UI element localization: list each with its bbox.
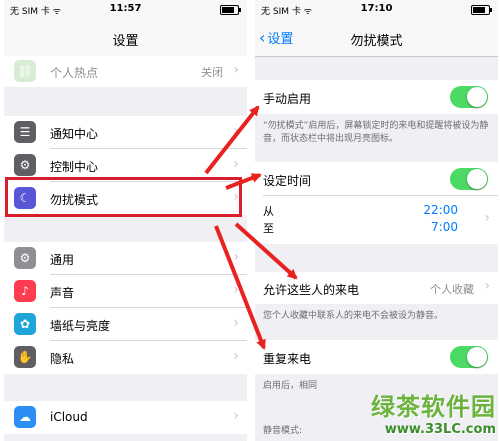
watermark-title: 绿茶软件园 [371,393,496,421]
scheduled-section: 设定时间 从 至 22:00 7:00 › [255,162,498,244]
manual-label: 手动启用 [263,92,312,106]
allow-calls-label: 允许这些人的来电 [263,283,360,297]
chevron-right-icon: › [233,249,239,265]
battery-icon [471,5,492,15]
from-time: 22:00 [423,203,458,217]
settings-row-general[interactable]: ⚙ 通用 › [4,242,247,275]
chevron-right-icon: › [233,348,239,364]
gear-icon: ⚙ [14,247,36,269]
chevron-right-icon: › [233,282,239,298]
wallpaper-icon: ✿ [14,313,36,335]
to-time: 7:00 [431,220,458,234]
chevron-right-icon: › [484,210,490,226]
chevron-right-icon: › [233,123,239,139]
settings-row-sounds[interactable]: ♪ 声音 › [4,275,247,308]
toggle-knob [467,87,487,107]
hand-icon: ✋ [14,346,36,368]
speaker-icon: ♪ [14,280,36,302]
cloud-icon: ☁ [14,406,36,428]
status-bar: 无 SIM 卡 ᯤ 11:57 [4,0,247,20]
settings-row-icloud[interactable]: ☁ iCloud › [4,401,247,434]
row-label: 通用 [50,253,75,267]
schedule-times-row[interactable]: 从 至 22:00 7:00 › [255,196,498,244]
highlight-box [5,177,242,217]
row-label: 控制中心 [50,160,99,174]
row-value: 关闭 [201,66,223,79]
row-label: 个人热点 [50,66,99,80]
page-title: 勿扰模式 [350,34,403,49]
repeated-label: 重复来电 [263,352,312,366]
row-label: 通知中心 [50,127,99,141]
repeated-calls-row: 重复来电 [255,340,498,374]
status-time: 17:10 [360,3,393,14]
scheduled-label: 设定时间 [263,174,312,188]
hotspot-icon: ⛓ [14,60,36,82]
manual-toggle[interactable] [450,86,488,108]
scheduled-toggle[interactable] [450,168,488,190]
battery-icon [220,5,241,15]
manual-row: 手动启用 [255,80,498,114]
status-time: 11:57 [109,3,142,14]
row-label: 声音 [50,286,75,300]
nav-bar: 设置 [4,20,247,57]
chevron-right-icon: › [484,278,490,294]
allow-calls-value: 个人收藏 [430,283,474,296]
do-not-disturb-screen: 无 SIM 卡 ᯤ 17:10 ‹ 设置 勿扰模式 手动启用 “勿扰模式”启用后，… [255,0,498,441]
chevron-right-icon: › [233,156,239,172]
settings-screen: 无 SIM 卡 ᯤ 11:57 设置 ⛓ 个人热点 关闭 › ☰ 通知中心 › … [4,0,247,441]
settings-row-wallpaper[interactable]: ✿ 墙纸与亮度 › [4,308,247,341]
settings-row-notification-center[interactable]: ☰ 通知中心 › [4,116,247,149]
toggle-knob [467,169,487,189]
manual-note: “勿扰模式”启用后，屏幕锁定时的来电和提醒将被设为静音，而状态栏中将出现月亮图标… [263,121,489,144]
watermark-url: www.33LC.com [384,422,496,437]
watermark: 绿茶软件园 www.33LC.com [371,387,496,437]
allow-calls-row[interactable]: 允许这些人的来电 个人收藏 › [255,272,498,304]
battery-level [473,7,485,13]
from-label: 从 [263,205,274,218]
page-title: 设置 [112,34,139,49]
allow-calls-note: 您个人收藏中联系人的来电不会被设为静音。 [263,311,444,321]
row-label: 墙纸与亮度 [50,319,111,333]
control-center-icon: ⚙ [14,154,36,176]
chevron-right-icon: › [233,62,239,78]
to-label: 至 [263,222,274,235]
repeated-toggle[interactable] [450,346,488,368]
chevron-right-icon: › [233,315,239,331]
settings-row-personal-hotspot[interactable]: ⛓ 个人热点 关闭 › [4,56,247,87]
toggle-knob [467,347,487,367]
row-label: 隐私 [50,352,75,366]
settings-row-privacy[interactable]: ✋ 隐私 › [4,341,247,374]
battery-level [222,7,234,13]
status-bar: 无 SIM 卡 ᯤ 17:10 [255,0,498,20]
chevron-right-icon: › [233,408,239,424]
nav-bar: ‹ 设置 勿扰模式 [255,20,498,57]
notification-center-icon: ☰ [14,121,36,143]
row-label: iCloud [50,410,88,424]
